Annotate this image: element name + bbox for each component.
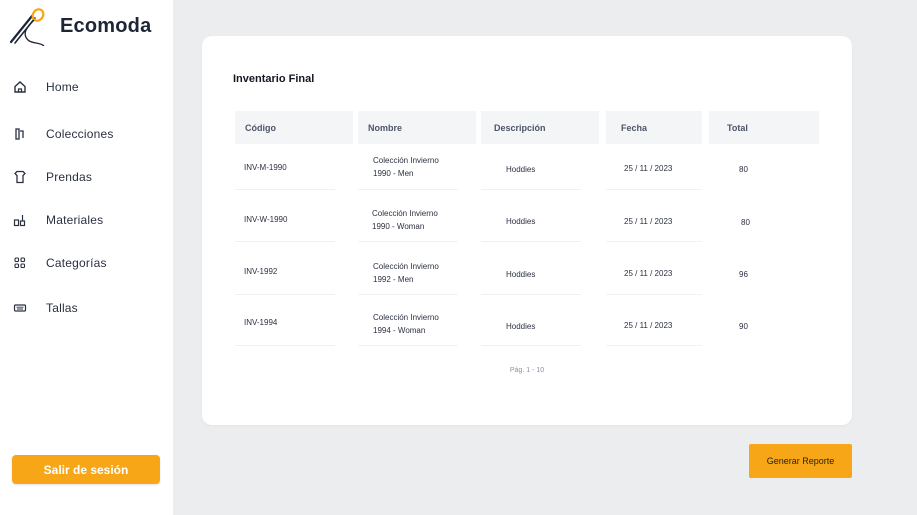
column-header-total[interactable]: Total xyxy=(709,111,819,144)
shirt-icon xyxy=(12,169,28,185)
table-cell-descripcion: Hoddies xyxy=(506,165,536,174)
table-cell-nombre-line1: Colección Invierno xyxy=(372,209,438,218)
table-cell-descripcion: Hoddies xyxy=(506,270,536,279)
sidebar-item-tallas[interactable]: Tallas xyxy=(12,300,78,316)
column-header-fecha[interactable]: Fecha xyxy=(606,111,702,144)
row-divider xyxy=(481,294,581,295)
keyboard-icon xyxy=(12,300,28,316)
sidebar-item-colecciones[interactable]: Colecciones xyxy=(12,126,114,142)
row-divider xyxy=(235,345,335,346)
home-icon xyxy=(12,79,28,95)
main-content: Inventario Final Código Nombre Descripci… xyxy=(173,0,917,515)
row-divider xyxy=(606,189,702,190)
row-divider xyxy=(235,241,335,242)
sidebar-item-label: Prendas xyxy=(46,170,93,184)
needle-thread-icon xyxy=(9,8,45,46)
sidebar-item-categorias[interactable]: Categorías xyxy=(12,255,107,271)
materials-icon xyxy=(12,212,28,228)
row-divider xyxy=(358,241,458,242)
table-cell-nombre-line2: 1990 - Woman xyxy=(372,222,425,231)
sidebar: Ecomoda Home Colecciones Prendas Materia… xyxy=(0,0,173,515)
table-cell-nombre-line1: Colección Invierno xyxy=(373,313,439,322)
column-header-codigo[interactable]: Código xyxy=(235,111,353,144)
sidebar-item-label: Tallas xyxy=(46,301,78,315)
grid-icon xyxy=(12,255,28,271)
sidebar-item-home[interactable]: Home xyxy=(12,79,79,95)
row-divider xyxy=(358,189,458,190)
sidebar-item-label: Colecciones xyxy=(46,127,114,141)
column-header-nombre[interactable]: Nombre xyxy=(358,111,476,144)
row-divider xyxy=(606,241,702,242)
row-divider xyxy=(235,294,335,295)
table-cell-nombre-line2: 1994 - Woman xyxy=(373,326,426,335)
table-cell-descripcion: Hoddies xyxy=(506,217,536,226)
table-cell-fecha: 25 / 11 / 2023 xyxy=(624,164,673,173)
table-cell-nombre-line1: Colección Invierno xyxy=(373,156,439,165)
table-cell-nombre-line2: 1990 - Men xyxy=(373,169,414,178)
row-divider xyxy=(358,294,458,295)
generate-report-button[interactable]: Generar Reporte xyxy=(749,444,852,478)
table-cell-codigo: INV-M-1990 xyxy=(244,163,287,172)
sidebar-item-prendas[interactable]: Prendas xyxy=(12,169,92,185)
row-divider xyxy=(481,345,581,346)
row-divider xyxy=(481,241,581,242)
table-cell-total: 80 xyxy=(741,218,750,227)
brand-name: Ecomoda xyxy=(60,14,152,37)
sidebar-item-label: Materiales xyxy=(46,213,104,227)
logout-button[interactable]: Salir de sesión xyxy=(12,455,160,484)
table-cell-codigo: INV-1994 xyxy=(244,318,278,327)
row-divider xyxy=(606,294,702,295)
table-cell-fecha: 25 / 11 / 2023 xyxy=(624,321,673,330)
row-divider xyxy=(481,189,581,190)
table-cell-descripcion: Hoddies xyxy=(506,322,536,331)
inventory-card: Inventario Final Código Nombre Descripci… xyxy=(202,36,852,425)
table-cell-nombre-line2: 1992 - Men xyxy=(373,275,414,284)
row-divider xyxy=(235,189,335,190)
row-divider xyxy=(606,345,702,346)
table-cell-codigo: INV-W-1990 xyxy=(244,215,288,224)
page-title: Inventario Final xyxy=(233,73,315,85)
table-cell-total: 80 xyxy=(739,165,748,174)
table-cell-nombre-line1: Colección Invierno xyxy=(373,262,439,271)
row-divider xyxy=(358,345,458,346)
sidebar-item-materiales[interactable]: Materiales xyxy=(12,212,103,228)
table-cell-codigo: INV-1992 xyxy=(244,267,278,276)
pagination[interactable]: Pág. 1 - 10 xyxy=(202,367,852,374)
collections-icon xyxy=(12,126,28,142)
table-cell-total: 90 xyxy=(739,322,748,331)
sidebar-item-label: Categorías xyxy=(46,256,107,270)
column-header-descripcion[interactable]: Descripción xyxy=(481,111,599,144)
table-cell-total: 96 xyxy=(739,270,748,279)
sidebar-item-label: Home xyxy=(46,80,79,94)
table-cell-fecha: 25 / 11 / 2023 xyxy=(624,269,673,278)
brand[interactable]: Ecomoda xyxy=(8,6,151,46)
table-cell-fecha: 25 / 11 / 2023 xyxy=(624,217,673,226)
